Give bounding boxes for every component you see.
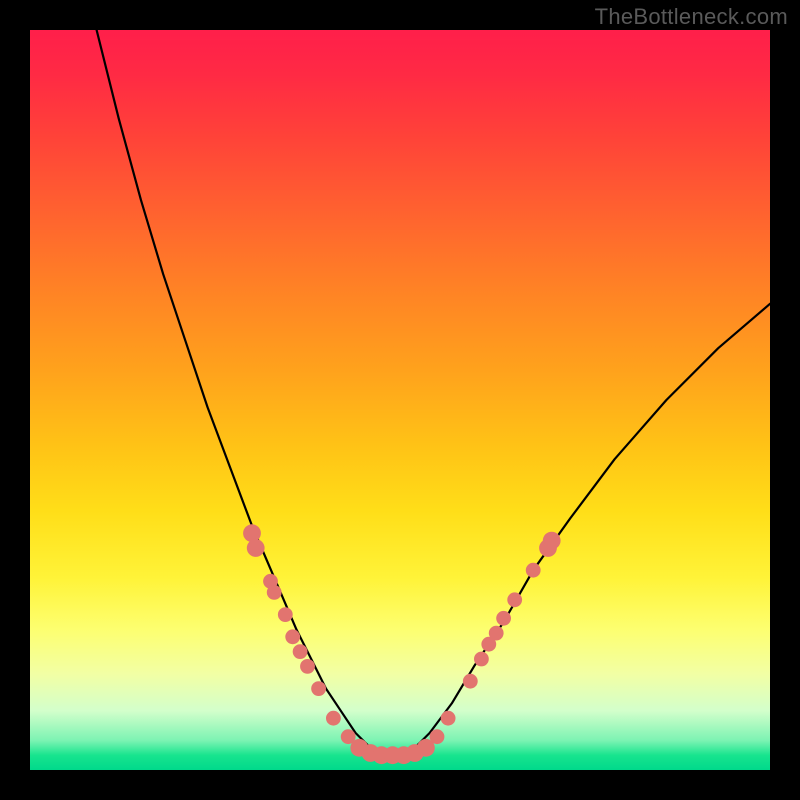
curve-marker	[243, 524, 261, 542]
curve-marker	[430, 729, 445, 744]
curve-marker	[441, 711, 456, 726]
curve-marker	[326, 711, 341, 726]
curve-marker	[543, 532, 561, 550]
chart-svg	[30, 30, 770, 770]
curve-marker	[267, 585, 282, 600]
curve-marker	[474, 652, 489, 667]
curve-marker	[507, 592, 522, 607]
curve-marker	[311, 681, 326, 696]
curve-marker	[278, 607, 293, 622]
chart-frame: TheBottleneck.com	[0, 0, 800, 800]
curve-marker	[293, 644, 308, 659]
curve-marker	[489, 626, 504, 641]
watermark-label: TheBottleneck.com	[595, 4, 788, 30]
chart-plot-area	[30, 30, 770, 770]
marker-group	[243, 524, 560, 764]
curve-line	[97, 30, 770, 755]
curve-marker	[300, 659, 315, 674]
curve-marker	[526, 563, 541, 578]
curve-marker	[463, 674, 478, 689]
curve-marker	[247, 539, 265, 557]
curve-marker	[285, 629, 300, 644]
curve-marker	[496, 611, 511, 626]
curve-path-group	[97, 30, 770, 755]
